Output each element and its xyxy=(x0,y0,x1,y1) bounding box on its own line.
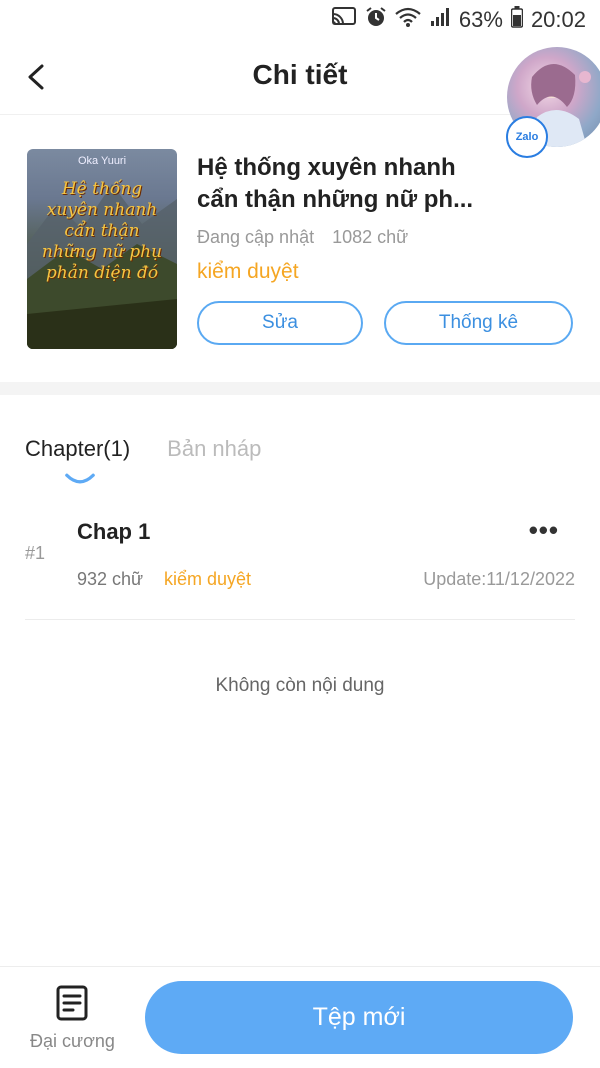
chapter-index: #1 xyxy=(25,543,46,563)
book-title: Hệ thống xuyên nhanh cẩn thận những nữ p… xyxy=(197,152,587,216)
outline-label: Đại cương xyxy=(30,1031,115,1051)
status-icons: 63% 20:02 xyxy=(331,6,586,34)
wifi-icon xyxy=(395,6,421,34)
book-meta: Đang cập nhật 1082 chữ xyxy=(197,227,408,248)
end-of-list-note: Không còn nội dung xyxy=(215,675,385,696)
chapter-updated: Update:11/12/2022 xyxy=(423,569,575,589)
chapter-row[interactable]: #1 Chap 1 ••• 932 chữ kiểm duyệt Update:… xyxy=(25,505,575,620)
alarm-icon xyxy=(365,6,387,34)
book-cover: Oka Yuuri Hệ thống xuyên nhanh cẩn thận … xyxy=(27,149,177,349)
cast-icon xyxy=(331,6,357,34)
battery-percent: 63% xyxy=(458,7,503,32)
cover-title: Hệ thống xuyên nhanh cẩn thận những nữ p… xyxy=(41,179,163,283)
book-info: Oka Yuuri Hệ thống xuyên nhanh cẩn thận … xyxy=(0,114,600,382)
status-bar: 63% 20:02 xyxy=(0,0,600,40)
tab-bar: Chapter(1) Bản nháp xyxy=(25,436,261,486)
bottom-bar: Đại cương Tệp mới xyxy=(0,966,600,1068)
cover-author: Oka Yuuri xyxy=(77,155,127,167)
update-status: Đang cập nhật xyxy=(197,227,315,247)
more-options-icon[interactable]: ••• xyxy=(529,515,559,546)
chapter-title: Chap 1 xyxy=(77,519,151,544)
clock: 20:02 xyxy=(530,7,586,32)
edit-button[interactable]: Sửa xyxy=(197,301,363,345)
signal-icon xyxy=(429,6,451,34)
section-divider xyxy=(0,382,600,395)
tab-drafts[interactable]: Bản nháp xyxy=(167,436,261,486)
chapter-word-count: 932 chữ xyxy=(77,569,144,589)
active-tab-indicator xyxy=(65,473,95,484)
outline-button[interactable]: Đại cương xyxy=(25,985,120,1055)
new-file-button[interactable]: Tệp mới xyxy=(145,981,573,1054)
stats-button[interactable]: Thống kê xyxy=(384,301,573,345)
chapter-review-status: kiểm duyệt xyxy=(164,569,252,589)
book-title-line2: cẩn thận những nữ ph... xyxy=(197,186,474,213)
book-title-line1: Hệ thống xuyên nhanh xyxy=(197,154,456,181)
review-status: kiểm duyệt xyxy=(197,260,299,283)
battery-icon xyxy=(510,6,524,34)
document-icon xyxy=(56,985,88,1021)
word-count: 1082 chữ xyxy=(332,227,409,247)
